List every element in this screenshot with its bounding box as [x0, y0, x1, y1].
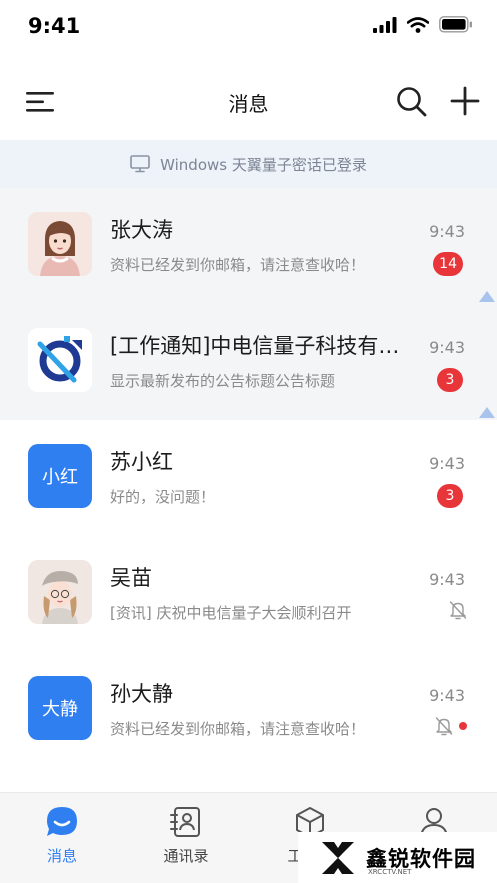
unread-badge: 3 [437, 368, 463, 392]
unread-badge: 14 [433, 252, 463, 276]
tab-contacts[interactable]: 通讯录 [124, 793, 248, 883]
chat-preview: 显示最新发布的公告标题公告标题 [110, 372, 336, 390]
chat-item[interactable]: 张大涛 资料已经发到你邮箱，请注意查收哈！ 9:43 14 [0, 188, 497, 304]
avatar [28, 560, 92, 624]
pinned-corner-icon [479, 407, 495, 418]
watermark-logo-icon [322, 841, 354, 874]
chat-time: 9:43 [429, 686, 465, 705]
mute-indicator [449, 600, 467, 624]
status-bar: 9:41 [0, 0, 497, 56]
status-icons [373, 16, 473, 33]
contacts-icon [170, 807, 200, 837]
cellular-signal-icon [373, 16, 397, 33]
chat-item[interactable]: 大静 孙大静 资料已经发到你邮箱，请注意查收哈！ 9:43 [0, 652, 497, 768]
chat-item[interactable]: 小红 苏小红 好的，没问题！ 9:43 3 [0, 420, 497, 536]
chat-item[interactable]: 吴苗 [资讯] 庆祝中电信量子大会顺利召开 9:43 [0, 536, 497, 652]
battery-icon [439, 16, 472, 33]
chat-preview: 好的，没问题！ [110, 488, 216, 506]
chat-preview: [资讯] 庆祝中电信量子大会顺利召开 [110, 604, 352, 622]
chat-preview: 资料已经发到你邮箱，请注意查收哈！ [110, 256, 366, 274]
mute-indicator [435, 716, 467, 736]
woman-portrait-avatar [28, 212, 92, 276]
monitor-icon [130, 155, 150, 173]
chat-name: 苏小红 [110, 450, 173, 474]
nav-bar: 消息 [0, 62, 497, 140]
chat-name: 张大涛 [110, 218, 173, 242]
search-button[interactable] [396, 86, 428, 118]
search-icon [397, 87, 427, 117]
avatar [28, 328, 92, 392]
chat-name: 吴苗 [110, 566, 152, 590]
chat-time: 9:43 [429, 222, 465, 241]
chat-name: 孙大静 [110, 682, 173, 706]
desktop-login-banner[interactable]: Windows 天翼量子密话已登录 [0, 140, 497, 188]
chat-time: 9:43 [429, 338, 465, 357]
chat-time: 9:43 [429, 570, 465, 589]
avatar: 大静 [28, 676, 92, 740]
avatar [28, 212, 92, 276]
watermark-subtext: XRCCTV.NET [368, 868, 412, 876]
muted-bell-icon [449, 601, 467, 620]
watermark: 鑫锐软件园 XRCCTV.NET [298, 832, 497, 883]
chat-bubble-icon [47, 807, 77, 836]
avatar: 小红 [28, 444, 92, 508]
wifi-icon [407, 16, 429, 33]
girl-with-cap-avatar [28, 560, 92, 624]
unread-badge: 3 [437, 484, 463, 508]
muted-bell-icon [435, 717, 453, 736]
status-time: 9:41 [28, 14, 81, 38]
company-logo-avatar [28, 328, 92, 392]
tab-messages[interactable]: 消息 [0, 793, 124, 883]
add-button[interactable] [450, 86, 480, 116]
chat-name: [工作通知]中电信量子科技有限公司 [110, 334, 420, 358]
tab-label: 通讯录 [163, 847, 209, 865]
unread-dot [459, 722, 467, 730]
pinned-corner-icon [479, 291, 495, 302]
chat-list: 张大涛 资料已经发到你邮箱，请注意查收哈！ 9:43 14 [工作通知]中电信量… [0, 188, 497, 768]
plus-icon [450, 86, 480, 116]
chat-item[interactable]: [工作通知]中电信量子科技有限公司 显示最新发布的公告标题公告标题 9:43 3 [0, 304, 497, 420]
chat-preview: 资料已经发到你邮箱，请注意查收哈！ [110, 720, 366, 738]
chat-time: 9:43 [429, 454, 465, 473]
login-banner-text: Windows 天翼量子密话已登录 [160, 155, 367, 174]
tab-label: 消息 [46, 847, 77, 865]
